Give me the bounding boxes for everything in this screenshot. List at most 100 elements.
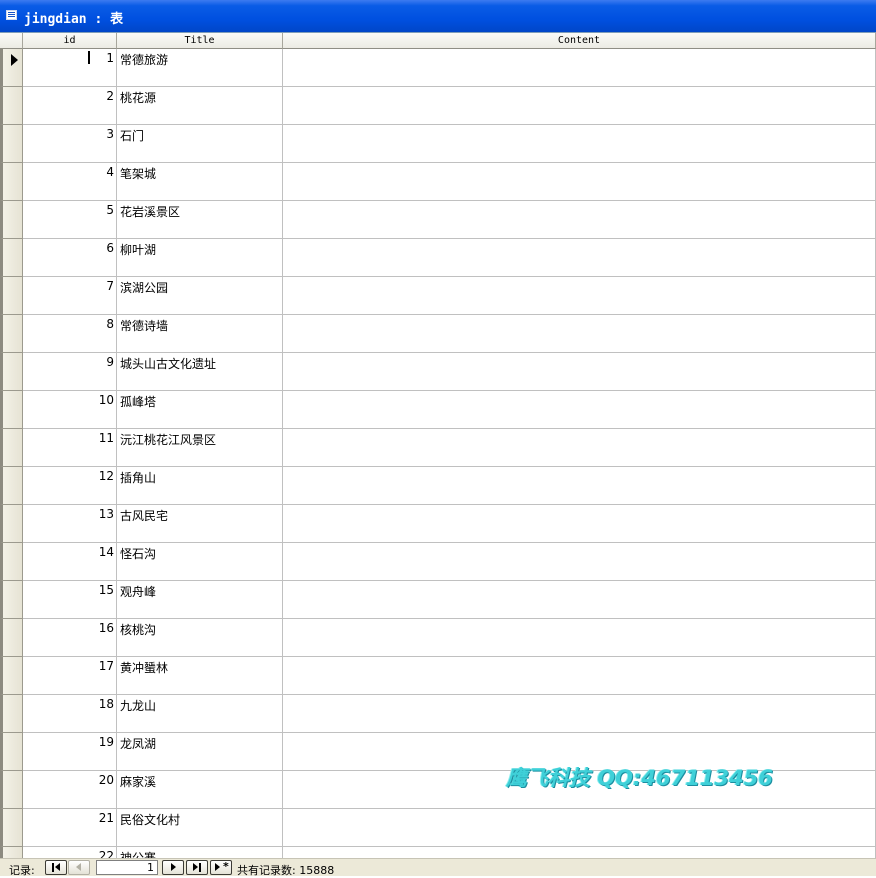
cell-title[interactable]: 常德旅游 <box>117 49 283 87</box>
record-selector[interactable] <box>0 581 23 619</box>
record-selector[interactable] <box>0 125 23 163</box>
cell-id[interactable]: 16 <box>23 619 117 657</box>
table-row[interactable]: 4 笔架城 <box>0 163 876 201</box>
record-selector[interactable] <box>0 315 23 353</box>
record-selector[interactable] <box>0 809 23 847</box>
cell-id[interactable]: 18 <box>23 695 117 733</box>
cell-id[interactable]: 19 <box>23 733 117 771</box>
cell-title[interactable]: 黄冲蜑林 <box>117 657 283 695</box>
cell-title[interactable]: 柳叶湖 <box>117 239 283 277</box>
cell-id[interactable]: 7 <box>23 277 117 315</box>
cell-content[interactable] <box>283 163 876 201</box>
first-record-button[interactable] <box>45 860 67 875</box>
cell-content[interactable] <box>283 277 876 315</box>
cell-id[interactable]: 11 <box>23 429 117 467</box>
record-selector[interactable] <box>0 467 23 505</box>
record-selector[interactable] <box>0 49 23 87</box>
cell-id[interactable]: 3 <box>23 125 117 163</box>
cell-id[interactable]: 20 <box>23 771 117 809</box>
table-row[interactable]: 5 花岩溪景区 <box>0 201 876 239</box>
cell-id[interactable]: 8 <box>23 315 117 353</box>
cell-title[interactable]: 古风民宅 <box>117 505 283 543</box>
cell-id[interactable]: 14 <box>23 543 117 581</box>
table-row[interactable]: 15 观舟峰 <box>0 581 876 619</box>
cell-id[interactable]: 10 <box>23 391 117 429</box>
cell-title[interactable]: 笔架城 <box>117 163 283 201</box>
record-selector[interactable] <box>0 87 23 125</box>
cell-title[interactable]: 沅江桃花江风景区 <box>117 429 283 467</box>
cell-content[interactable] <box>283 543 876 581</box>
cell-title[interactable]: 民俗文化村 <box>117 809 283 847</box>
table-row[interactable]: 8 常德诗墙 <box>0 315 876 353</box>
cell-content[interactable] <box>283 581 876 619</box>
cell-id[interactable]: 21 <box>23 809 117 847</box>
new-record-button[interactable]: * <box>210 860 232 875</box>
table-row[interactable]: 11 沅江桃花江风景区 <box>0 429 876 467</box>
column-header-title[interactable]: Title <box>117 33 283 49</box>
record-selector[interactable] <box>0 657 23 695</box>
cell-id[interactable]: 1 <box>23 49 117 87</box>
cell-title[interactable]: 孤峰塔 <box>117 391 283 429</box>
cell-id[interactable]: 6 <box>23 239 117 277</box>
cell-content[interactable] <box>283 619 876 657</box>
cell-content[interactable] <box>283 657 876 695</box>
record-selector[interactable] <box>0 239 23 277</box>
cell-title[interactable]: 常德诗墙 <box>117 315 283 353</box>
cell-content[interactable] <box>283 695 876 733</box>
table-row[interactable]: 18 九龙山 <box>0 695 876 733</box>
cell-content[interactable] <box>283 429 876 467</box>
table-row[interactable]: 7 滨湖公园 <box>0 277 876 315</box>
cell-content[interactable] <box>283 391 876 429</box>
cell-content[interactable] <box>283 87 876 125</box>
record-selector[interactable] <box>0 201 23 239</box>
cell-id[interactable]: 12 <box>23 467 117 505</box>
cell-content[interactable] <box>283 201 876 239</box>
cell-title[interactable]: 核桃沟 <box>117 619 283 657</box>
table-row[interactable]: 3 石门 <box>0 125 876 163</box>
column-header-content[interactable]: Content <box>283 33 876 49</box>
table-row[interactable]: 2 桃花源 <box>0 87 876 125</box>
cell-content[interactable] <box>283 505 876 543</box>
record-selector[interactable] <box>0 505 23 543</box>
cell-id[interactable]: 5 <box>23 201 117 239</box>
table-row[interactable]: 14 怪石沟 <box>0 543 876 581</box>
cell-content[interactable] <box>283 353 876 391</box>
cell-content[interactable] <box>283 467 876 505</box>
table-row[interactable]: 6 柳叶湖 <box>0 239 876 277</box>
record-selector[interactable] <box>0 163 23 201</box>
cell-title[interactable]: 麻家溪 <box>117 771 283 809</box>
record-selector[interactable] <box>0 391 23 429</box>
table-row[interactable]: 21 民俗文化村 <box>0 809 876 847</box>
cell-title[interactable]: 石门 <box>117 125 283 163</box>
table-row[interactable]: 10 孤峰塔 <box>0 391 876 429</box>
current-record-input[interactable]: 1 <box>96 860 158 875</box>
next-record-button[interactable] <box>162 860 184 875</box>
record-selector[interactable] <box>0 543 23 581</box>
cell-content[interactable] <box>283 125 876 163</box>
cell-title[interactable]: 怪石沟 <box>117 543 283 581</box>
datasheet-grid[interactable]: id Title Content 1 常德旅游 2 桃花源 3 石门 4 笔架城 5 花岩溪景区 6… <box>0 32 876 859</box>
cell-id[interactable]: 4 <box>23 163 117 201</box>
table-row[interactable]: 17 黄冲蜑林 <box>0 657 876 695</box>
prev-record-button[interactable] <box>68 860 90 875</box>
cell-title[interactable]: 插角山 <box>117 467 283 505</box>
cell-id[interactable]: 17 <box>23 657 117 695</box>
cell-title[interactable]: 花岩溪景区 <box>117 201 283 239</box>
table-row[interactable]: 9 城头山古文化遗址 <box>0 353 876 391</box>
cell-title[interactable]: 城头山古文化遗址 <box>117 353 283 391</box>
cell-title[interactable]: 龙凤湖 <box>117 733 283 771</box>
table-row[interactable]: 12 插角山 <box>0 467 876 505</box>
cell-id[interactable]: 9 <box>23 353 117 391</box>
record-selector[interactable] <box>0 429 23 467</box>
record-selector[interactable] <box>0 695 23 733</box>
table-row[interactable]: 13 古风民宅 <box>0 505 876 543</box>
cell-title[interactable]: 九龙山 <box>117 695 283 733</box>
record-selector[interactable] <box>0 277 23 315</box>
cell-id[interactable]: 15 <box>23 581 117 619</box>
cell-title[interactable]: 桃花源 <box>117 87 283 125</box>
cell-content[interactable] <box>283 315 876 353</box>
table-row[interactable]: 16 核桃沟 <box>0 619 876 657</box>
window-titlebar[interactable]: jingdian : 表 <box>0 0 876 32</box>
cell-id[interactable]: 13 <box>23 505 117 543</box>
column-header-id[interactable]: id <box>23 33 117 49</box>
